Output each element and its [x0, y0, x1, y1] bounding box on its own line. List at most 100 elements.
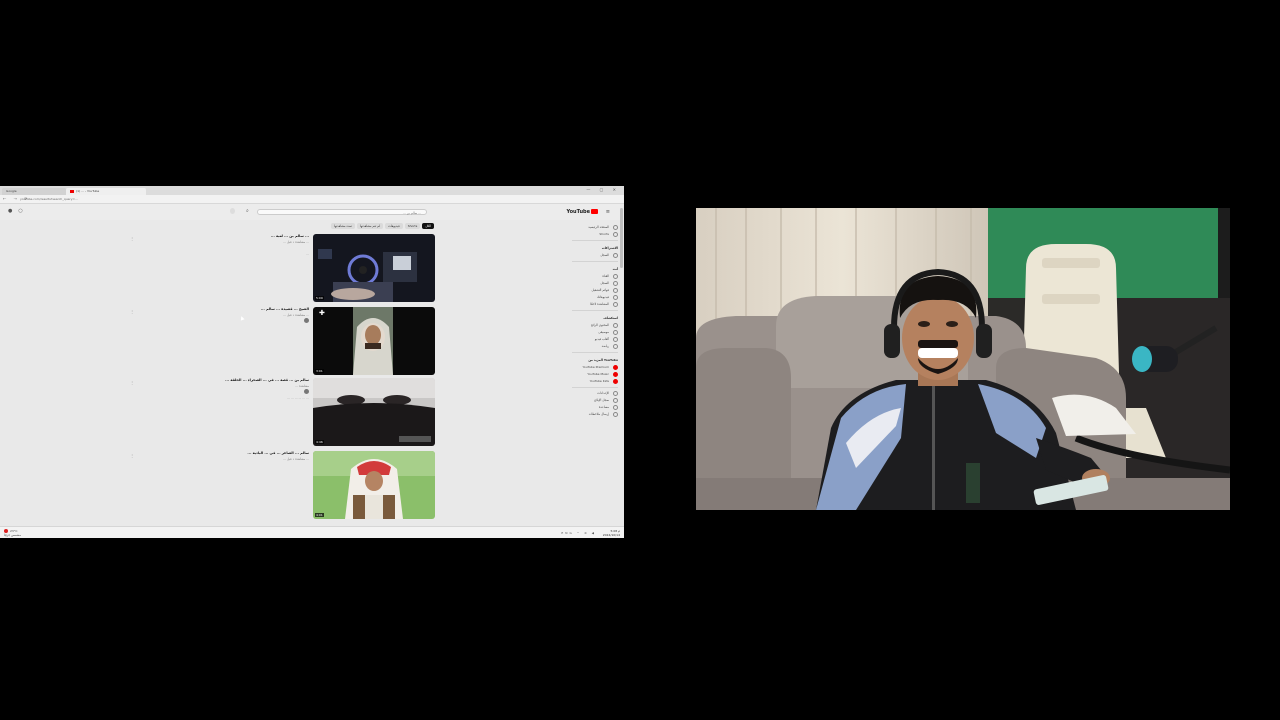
video-description: ... ... ... ... ... ...	[287, 396, 309, 400]
filter-chips: الكل Shorts فيديوهات لم تتم مشاهدتها تمت…	[300, 223, 434, 231]
sidebar-divider	[572, 261, 618, 262]
sidebar-item-label: YouTube Kids	[589, 379, 609, 383]
weather-widget[interactable]: 23°C مشمس جزئيًا	[4, 529, 21, 537]
video-thumbnail[interactable]: 5:09	[313, 234, 435, 302]
header-account-icons[interactable]: ●○	[8, 208, 29, 214]
video-meta: ... مشاهدة • قبل ...	[283, 457, 309, 461]
sidebar-item-playlists[interactable]: قوائم التشغيل	[572, 287, 618, 294]
video-description: ...	[306, 252, 309, 256]
sidebar-item-label: Shorts	[599, 232, 609, 236]
sidebar-item-yt-kids[interactable]: YouTube Kids	[572, 378, 618, 385]
sidebar-heading-subscriptions: الاشتراكات	[601, 246, 618, 250]
sidebar-item-label: الإعدادات	[597, 391, 609, 395]
video-meta: ... مشاهدة • قبل ...	[283, 313, 309, 317]
sidebar-item-label: القناة	[602, 274, 609, 278]
search-results: 5:09 ... سالم بن ... لعبة ... ... مشاهدة…	[10, 234, 435, 524]
sidebar-item-watch-later[interactable]: المشاهدة لاحقًا	[572, 301, 618, 308]
feedback-icon	[613, 412, 618, 417]
clock-date: 2024/10/14	[602, 533, 620, 537]
sidebar-item-yt-music[interactable]: YouTube Music	[572, 371, 618, 378]
chip-watched[interactable]: تمت مشاهدتها	[331, 223, 356, 229]
video-duration: 4:01	[315, 513, 324, 517]
sidebar-item-history[interactable]: السجل	[572, 280, 618, 287]
channel-icon	[613, 274, 618, 279]
weather-condition: مشمس جزئيًا	[4, 533, 21, 537]
clock[interactable]: 5:08 م 2024/10/14	[603, 529, 620, 537]
chip-shorts[interactable]: Shorts	[404, 223, 421, 229]
video-thumbnail[interactable]: ✚ 3:01	[313, 307, 435, 375]
history-icon	[613, 253, 618, 258]
youtube-favicon-icon	[70, 189, 74, 193]
chip-all[interactable]: الكل	[422, 223, 434, 229]
music-icon	[613, 330, 618, 335]
sidebar-item-premium[interactable]: YouTube Premium	[572, 364, 618, 371]
video-thumbnail[interactable]: 4:46	[313, 378, 435, 446]
webcam-feed	[696, 208, 1230, 510]
browser-tab-1[interactable]: Google	[2, 188, 66, 195]
sidebar-item-channel[interactable]: القناة	[572, 273, 618, 280]
window-controls[interactable]: — ▢ ✕	[586, 187, 620, 192]
youtube-premium-icon	[613, 365, 618, 370]
chip-videos[interactable]: فيديوهات	[385, 223, 403, 229]
video-thumbnail[interactable]: 4:01	[313, 451, 435, 519]
more-options-icon[interactable]: ⋮	[130, 236, 134, 241]
browser-tab-bar: Google (1) ... - YouTube — ▢ ✕	[0, 186, 624, 195]
sidebar-item-music[interactable]: موسيقى	[572, 329, 618, 336]
flag-icon	[613, 398, 618, 403]
sidebar-item-home[interactable]: الصفحة الرئيسية	[572, 224, 618, 231]
video-meta: ... مشاهدة • قبل ...	[283, 240, 309, 244]
video-result[interactable]: 5:09 ... سالم بن ... لعبة ... ... مشاهدة…	[10, 234, 435, 302]
sidebar-item-label: مساعدة	[598, 405, 609, 409]
video-title[interactable]: ... سالم بن ... لعبة ...	[19, 234, 309, 238]
video-title[interactable]: ... سالم بن ... قصة ... في ... الصحراء .…	[19, 378, 309, 382]
sidebar-item-label: فيديوهاتك	[596, 295, 609, 299]
sidebar-item-report-history[interactable]: سجل الإبلاغ	[572, 397, 618, 404]
tab-label: (1) ... - YouTube	[76, 189, 100, 193]
browser-tab-2[interactable]: (1) ... - YouTube	[66, 188, 146, 195]
video-title[interactable]: ... الشيخ ... قصيدة ... سالم	[19, 307, 309, 311]
sidebar-item-sports[interactable]: رياضة	[572, 343, 618, 350]
video-result[interactable]: 4:46 ... سالم بن ... قصة ... في ... الصح…	[10, 378, 435, 446]
more-options-icon[interactable]: ⋮	[130, 309, 134, 314]
clock-icon	[613, 302, 618, 307]
taskbar-apps	[233, 530, 393, 536]
search-icon[interactable]: ⌕	[246, 208, 249, 214]
channel-avatar[interactable]	[304, 318, 309, 323]
channel-avatar[interactable]	[304, 389, 309, 394]
system-tray[interactable]: ENG ^ ≋ ◀	[561, 531, 596, 535]
page-scrollbar[interactable]	[620, 208, 623, 268]
video-result[interactable]: 4:01 ... سالم ... الشاعر ... في ... البا…	[10, 451, 435, 519]
sidebar-heading-you: أنت	[612, 267, 618, 271]
playlist-icon	[613, 288, 618, 293]
veiled-woman-thumbnail-image	[313, 378, 435, 446]
youtube-logo[interactable]: YouTube	[566, 209, 598, 215]
sidebar-item-subs[interactable]: السجل	[572, 252, 618, 259]
more-options-icon[interactable]: ⋮	[130, 453, 134, 458]
search-input[interactable]: ... سالم بن ...	[257, 209, 427, 215]
video-duration: 4:46	[315, 440, 324, 444]
mic-icon[interactable]	[230, 208, 235, 214]
streamer-webcam-image	[696, 208, 1230, 510]
video-result[interactable]: ✚ 3:01 ... الشيخ ... قصيدة ... سالم ... …	[10, 307, 435, 375]
more-options-icon[interactable]: ⋮	[130, 380, 134, 385]
sidebar-item-help[interactable]: مساعدة	[572, 404, 618, 411]
sidebar-item-label: المشاهدة لاحقًا	[590, 302, 609, 306]
sidebar-item-trending[interactable]: المحتوى الرائج	[572, 322, 618, 329]
video-title[interactable]: ... سالم ... الشاعر ... في ... البادية	[19, 451, 309, 455]
sidebar-item-feedback[interactable]: إرسال ملاحظات	[572, 411, 618, 418]
sidebar-heading-explore: استكشاف	[603, 316, 618, 320]
sport-icon	[613, 344, 618, 349]
sidebar-item-label: رياضة	[601, 344, 609, 348]
svg-text:✚: ✚	[319, 309, 325, 317]
sidebar-item-your-videos[interactable]: فيديوهاتك	[572, 294, 618, 301]
logo-text: YouTube	[566, 209, 590, 215]
sidebar-item-gaming[interactable]: ألعاب فيديو	[572, 336, 618, 343]
video-duration: 5:09	[315, 296, 324, 300]
youtube-header: ●○ ⌕ ... سالم بن ... YouTube ≡	[0, 204, 620, 220]
sidebar-item-shorts[interactable]: Shorts	[572, 231, 618, 238]
chip-unwatched[interactable]: لم تتم مشاهدتها	[357, 223, 384, 229]
man-in-shemagh-thumbnail-image: ✚	[313, 307, 435, 375]
url-field[interactable]: youtube.com/results?search_query=...	[20, 196, 540, 202]
sidebar-item-settings[interactable]: الإعدادات	[572, 390, 618, 397]
hamburger-menu-icon[interactable]: ≡	[606, 209, 610, 215]
